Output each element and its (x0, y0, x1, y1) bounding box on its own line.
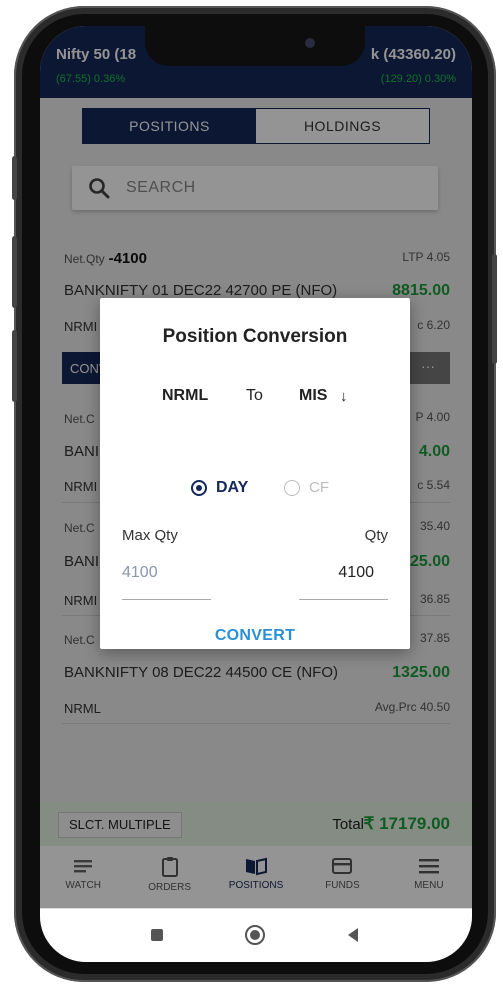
position-conversion-dialog: Position Conversion NRML To MIS ↓ DAY CF… (100, 298, 410, 649)
convert-button[interactable]: CONVERT (100, 627, 410, 645)
cf-radio-label[interactable]: CF (309, 479, 329, 496)
target-product-dropdown[interactable]: MIS (299, 387, 327, 405)
system-navigation-bar (40, 908, 472, 962)
from-product-type: NRML (162, 387, 209, 404)
volume-down-button (12, 236, 17, 308)
max-qty-label: Max Qty (122, 527, 178, 544)
back-icon[interactable] (346, 927, 360, 943)
qty-label: Qty (364, 527, 388, 544)
home-icon[interactable] (244, 924, 266, 946)
day-radio[interactable] (191, 480, 207, 496)
power-button (492, 254, 497, 364)
volume-up-button (12, 156, 17, 200)
camera-icon (305, 38, 315, 48)
cf-radio[interactable] (284, 480, 300, 496)
max-qty-value: 4100 (122, 564, 158, 581)
dialog-title: Position Conversion (162, 326, 348, 347)
qty-underline (299, 599, 388, 600)
dropdown-arrow-icon[interactable]: ↓ (340, 388, 348, 405)
app-screen: Nifty 50 (18 k (43360.20) (67.55) 0.36% … (40, 26, 472, 962)
max-qty-underline (122, 599, 211, 600)
silent-switch (12, 330, 17, 402)
recents-icon[interactable] (150, 928, 164, 942)
day-radio-label[interactable]: DAY (216, 479, 248, 497)
qty-input[interactable]: 4100 (338, 564, 374, 582)
to-label: To (246, 387, 263, 404)
camera-notch (145, 26, 365, 66)
